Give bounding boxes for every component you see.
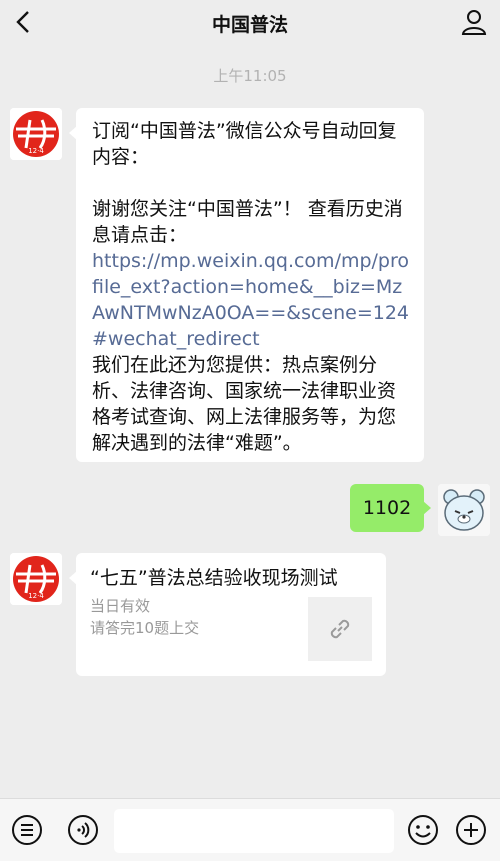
- profile-button[interactable]: [456, 4, 492, 40]
- profile-icon: [461, 10, 487, 35]
- back-button[interactable]: [6, 4, 42, 40]
- voice-icon: [68, 815, 98, 845]
- fa-logo-icon: 12·4: [10, 108, 62, 160]
- message-text-thanks: 谢谢您关注“中国普法”！ 查看历史消息请点击：: [92, 198, 403, 246]
- emoji-button[interactable]: [406, 813, 440, 847]
- sent-message-bubble[interactable]: 1102: [350, 484, 431, 532]
- voice-button[interactable]: [66, 813, 100, 847]
- menu-button[interactable]: [10, 813, 44, 847]
- plus-icon: [456, 815, 486, 845]
- fa-logo-text: 12·4: [28, 592, 44, 600]
- link-card[interactable]: “七五”普法总结验收现场测试 当日有效 请答完10题上交: [69, 553, 386, 676]
- bear-avatar-icon: [438, 484, 490, 536]
- chat-title: 中国普法: [211, 14, 288, 36]
- nav-bar: 中国普法: [0, 0, 500, 44]
- history-link[interactable]: https://mp.weixin.qq.com/mp/profile_ext?…: [92, 248, 412, 352]
- back-icon: [16, 11, 29, 33]
- message-text-services: 我们在此还为您提供：热点案例分析、法律咨询、国家统一法律职业资格考试查询、网上法…: [92, 354, 397, 454]
- message-bubble-auto-reply[interactable]: 订阅“中国普法”微信公众号自动回复内容： 谢谢您关注“中国普法”！ 查看历史消息…: [69, 108, 424, 462]
- fa-logo-icon: 12·4: [10, 553, 62, 605]
- menu-icon: [12, 815, 42, 845]
- my-avatar[interactable]: [438, 484, 490, 536]
- link-icon: [330, 619, 350, 639]
- card-thumbnail: [308, 597, 372, 661]
- fa-logo-text: 12·4: [28, 147, 44, 155]
- input-bar: [0, 798, 500, 861]
- emoji-icon: [408, 815, 438, 845]
- official-account-avatar[interactable]: 12·4: [10, 108, 62, 160]
- official-account-avatar-2[interactable]: 12·4: [10, 553, 62, 605]
- card-title: “七五”普法总结验收现场测试: [90, 567, 338, 589]
- message-timestamp: 上午11:05: [213, 67, 287, 85]
- message-input[interactable]: [114, 809, 394, 853]
- message-text-intro: 订阅“中国普法”微信公众号自动回复内容：: [92, 120, 397, 168]
- more-button[interactable]: [454, 813, 488, 847]
